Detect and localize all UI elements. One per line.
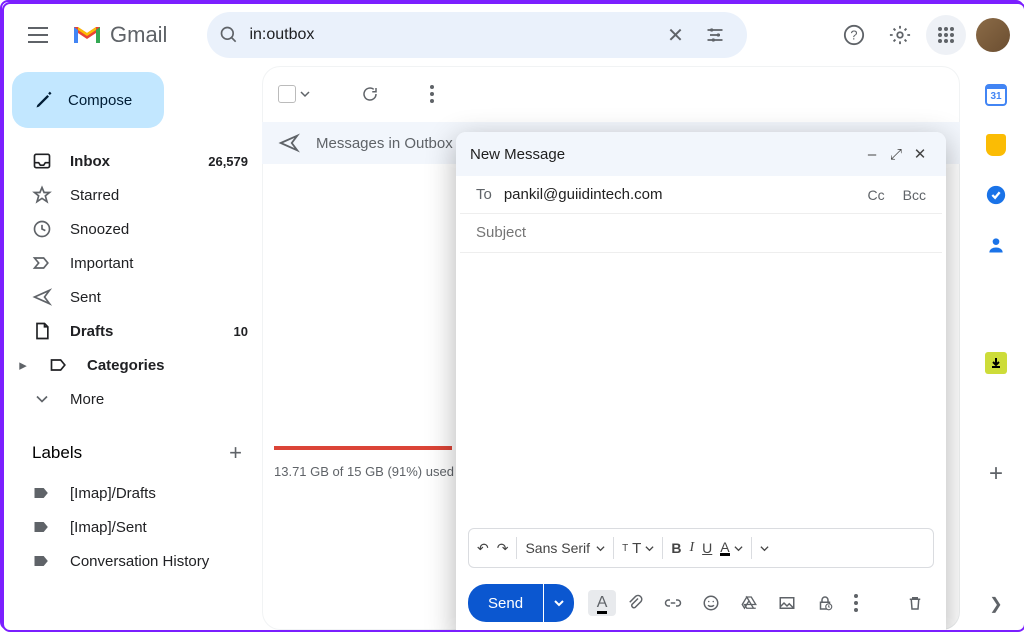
- more-actions-button[interactable]: [412, 74, 452, 114]
- side-panel: 31 + ❯: [968, 66, 1024, 630]
- select-all-checkbox[interactable]: [278, 85, 310, 103]
- formatting-button[interactable]: A: [588, 590, 616, 616]
- subject-input[interactable]: [476, 224, 926, 241]
- insert-drive-button[interactable]: [740, 594, 768, 612]
- sidebar: Compose Inbox 26,579 Starred Snoozed Imp…: [4, 66, 262, 630]
- underline-button[interactable]: U: [702, 540, 712, 556]
- font-family-select[interactable]: Sans Serif: [525, 540, 605, 556]
- keep-app-icon[interactable]: [986, 134, 1006, 156]
- cc-button[interactable]: Cc: [868, 187, 885, 203]
- format-toolbar: ↶ ↷ Sans Serif TT B I U: [468, 528, 934, 568]
- fullscreen-button[interactable]: ⤢: [884, 146, 908, 163]
- calendar-app-icon[interactable]: 31: [985, 84, 1007, 106]
- sidebar-item-inbox[interactable]: Inbox 26,579: [12, 144, 262, 178]
- to-field[interactable]: To pankil@guiidintech.com Cc Bcc: [460, 176, 942, 214]
- tasks-app-icon[interactable]: [985, 184, 1007, 206]
- storage-progress-bar: [274, 446, 452, 450]
- bcc-button[interactable]: Bcc: [903, 187, 926, 203]
- list-toolbar: [262, 66, 960, 122]
- compose-title: New Message: [470, 146, 565, 163]
- sidebar-item-categories[interactable]: ▸ Categories: [12, 348, 262, 382]
- discard-draft-button[interactable]: [906, 594, 934, 612]
- compose-window: New Message – ⤢ ✕ To pankil@guiidintech.…: [456, 132, 946, 630]
- labels-heading: Labels: [32, 443, 82, 463]
- font-size-select[interactable]: TT: [622, 540, 654, 557]
- help-button[interactable]: ?: [834, 15, 874, 55]
- storage-text: 13.71 GB of 15 GB (91%) used: [274, 464, 454, 479]
- clear-search-button[interactable]: ✕: [655, 15, 695, 55]
- send-row: Send A: [456, 576, 946, 630]
- confidential-mode-button[interactable]: [816, 594, 844, 612]
- redo-button[interactable]: ↷: [497, 540, 509, 557]
- addon-icon[interactable]: [985, 352, 1007, 374]
- label-imap-sent[interactable]: [Imap]/Sent: [12, 510, 262, 544]
- get-addons-button[interactable]: +: [989, 460, 1003, 488]
- label-conversation-history[interactable]: Conversation History: [12, 544, 262, 578]
- caret-right-icon: ▸: [18, 356, 28, 374]
- bold-button[interactable]: B: [671, 540, 681, 556]
- italic-button[interactable]: I: [689, 540, 694, 556]
- settings-button[interactable]: [880, 15, 920, 55]
- sidebar-item-starred[interactable]: Starred: [12, 178, 262, 212]
- close-compose-button[interactable]: ✕: [908, 145, 932, 163]
- compose-button[interactable]: Compose: [12, 72, 164, 128]
- compose-label: Compose: [68, 92, 132, 109]
- send-button[interactable]: Send: [468, 584, 543, 622]
- to-value[interactable]: pankil@guiidintech.com: [504, 186, 850, 203]
- search-options-button[interactable]: [695, 15, 735, 55]
- compose-header[interactable]: New Message – ⤢ ✕: [456, 132, 946, 176]
- label-imap-drafts[interactable]: [Imap]/Drafts: [12, 476, 262, 510]
- text-color-button[interactable]: A: [720, 541, 742, 556]
- undo-button[interactable]: ↶: [477, 540, 489, 557]
- search-input[interactable]: [239, 26, 655, 44]
- compose-more-button[interactable]: [854, 594, 882, 612]
- app-name: Gmail: [110, 22, 167, 48]
- account-avatar[interactable]: [976, 18, 1010, 52]
- sidebar-item-drafts[interactable]: Drafts 10: [12, 314, 262, 348]
- format-more-button[interactable]: [760, 544, 769, 553]
- message-list-area: Messages in Outbox 13.71 GB of 15 GB (91…: [262, 66, 960, 630]
- refresh-button[interactable]: [350, 74, 390, 114]
- svg-text:?: ?: [850, 28, 857, 43]
- attach-file-button[interactable]: [626, 594, 654, 612]
- sidebar-item-sent[interactable]: Sent: [12, 280, 262, 314]
- collapse-panel-button[interactable]: ❯: [989, 594, 1002, 614]
- send-options-button[interactable]: [544, 584, 574, 622]
- minimize-button[interactable]: –: [860, 146, 884, 163]
- main-menu-button[interactable]: [18, 15, 58, 55]
- gmail-logo[interactable]: Gmail: [72, 22, 167, 48]
- search-icon[interactable]: [219, 25, 239, 45]
- sidebar-item-snoozed[interactable]: Snoozed: [12, 212, 262, 246]
- apps-button[interactable]: [926, 15, 966, 55]
- sidebar-item-more[interactable]: More: [12, 382, 262, 416]
- insert-emoji-button[interactable]: [702, 594, 730, 612]
- contacts-app-icon[interactable]: [986, 234, 1006, 256]
- message-body[interactable]: [456, 253, 946, 528]
- search-box[interactable]: ✕: [207, 12, 747, 58]
- add-label-button[interactable]: +: [229, 440, 242, 466]
- insert-link-button[interactable]: [664, 594, 692, 612]
- sidebar-item-important[interactable]: Important: [12, 246, 262, 280]
- insert-photo-button[interactable]: [778, 594, 806, 612]
